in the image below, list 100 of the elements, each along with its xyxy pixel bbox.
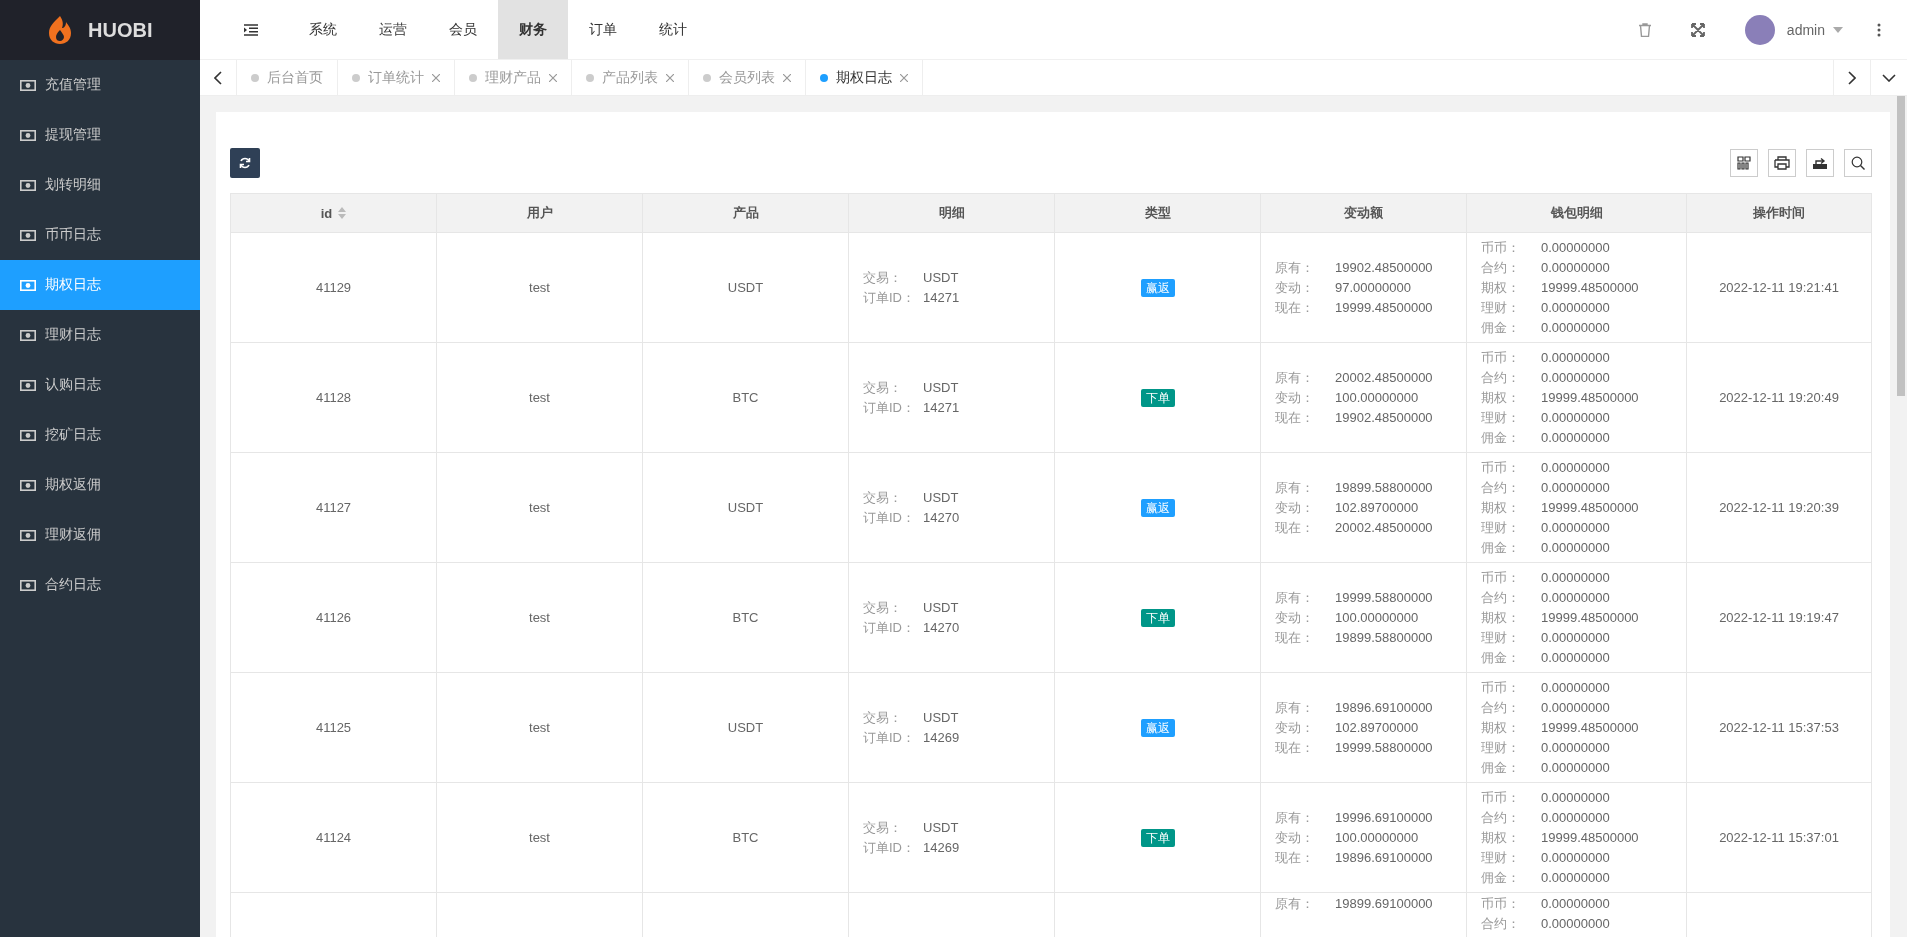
type-tag: 下单 [1140,828,1175,847]
field-label: 现在： [1275,408,1315,427]
field-value: 0.00000000 [1541,808,1610,827]
top-nav-item[interactable]: 财务 [498,0,568,59]
more-icon[interactable] [1877,22,1881,37]
table-cell-text: test [529,718,550,737]
chevron-right-icon[interactable] [1848,70,1856,85]
table-cell-text: USDT [727,278,764,297]
field-label: 现在： [1275,738,1315,757]
table-cell-text: 2022-12-11 19:20:39 [1719,498,1839,517]
field-label: 币币： [1481,788,1521,807]
print-button[interactable] [1768,149,1796,177]
field-value: 19899.58800000 [1335,478,1433,497]
field-value: USDT [923,818,959,837]
field-value: USDT [923,598,959,617]
top-nav-item[interactable]: 统计 [638,0,708,59]
refresh-icon[interactable] [239,157,251,169]
sidebar-item[interactable]: 充值管理 [0,60,200,110]
sidebar-item[interactable]: 合约日志 [0,560,200,610]
sidebar-item[interactable]: 币币日志 [0,210,200,260]
trash-icon[interactable] [1638,22,1651,37]
banknote-icon [20,279,36,291]
field-label: 订单ID： [863,288,916,307]
sidebar-item[interactable]: 理财日志 [0,310,200,360]
chevron-left-icon[interactable] [214,70,222,85]
close-icon[interactable] [549,73,557,82]
field-value: 0.00000000 [1541,698,1610,717]
table-cell-text: test [529,608,550,627]
close-icon[interactable] [783,73,791,82]
field-label: 变动： [1275,608,1315,627]
top-nav-item[interactable]: 会员 [428,0,498,59]
sidebar-item[interactable]: 挖矿日志 [0,410,200,460]
grid-icon[interactable] [1737,156,1751,170]
column-header[interactable]: 产品 [643,194,849,233]
field-value: USDT [923,268,959,287]
sidebar-item[interactable]: 理财返佣 [0,510,200,560]
field-label: 合约： [1481,808,1521,827]
banknote-icon [20,179,36,191]
sidebar-item[interactable]: 提现管理 [0,110,200,160]
sidebar-item[interactable]: 期权返佣 [0,460,200,510]
column-header[interactable]: 用户 [437,194,643,233]
field-label: 佣金： [1481,428,1521,447]
fullscreen-icon[interactable] [1690,22,1705,37]
column-header[interactable]: 明细 [849,194,1055,233]
refresh-button[interactable] [230,148,260,178]
banknote-icon [20,229,36,241]
column-header[interactable]: 钱包明细 [1467,194,1687,233]
menu-icon[interactable] [244,23,258,36]
field-label: 现在： [1275,628,1315,647]
top-nav-item[interactable]: 运营 [358,0,428,59]
field-label: 原有： [1275,588,1315,607]
columns-button[interactable] [1730,149,1758,177]
field-label: 交易： [863,378,903,397]
field-value: 19999.48500000 [1541,828,1639,847]
search-icon[interactable] [1851,156,1865,170]
field-value: 0.00000000 [1541,428,1610,447]
top-nav-item[interactable]: 订单 [568,0,638,59]
chevron-down-icon[interactable] [1882,73,1896,82]
user-name[interactable]: admin [1786,21,1825,38]
close-icon[interactable] [666,73,674,82]
search-button[interactable] [1844,149,1872,177]
scrollbar[interactable] [1897,96,1905,396]
field-label: 理财： [1481,298,1521,317]
field-value: 19999.48500000 [1541,608,1639,627]
brand-name: HUOBI [88,18,153,42]
tab-dot [352,73,360,82]
table-cell-text: 41129 [315,278,352,297]
field-value: 14271 [923,288,960,307]
printer-icon[interactable] [1774,156,1790,170]
sidebar-item[interactable]: 认购日志 [0,360,200,410]
sidebar-item[interactable]: 划转明细 [0,160,200,210]
field-value: 0.00000000 [1541,848,1610,867]
column-header[interactable]: id [231,194,437,233]
table-cell-text: 2022-12-11 19:19:47 [1719,608,1839,627]
field-label: 变动： [1275,278,1315,297]
field-label: 期权： [1481,828,1521,847]
column-header[interactable]: 类型 [1055,194,1261,233]
page-tab[interactable]: 期权日志 [836,68,892,87]
table-cell-text: 41124 [315,828,352,847]
field-value: 102.89700000 [1335,718,1419,737]
top-nav-item[interactable]: 系统 [288,0,358,59]
field-label: 订单ID： [863,508,916,527]
field-value: 0.00000000 [1541,478,1610,497]
export-button[interactable] [1806,149,1834,177]
avatar[interactable] [1744,14,1775,45]
field-label: 合约： [1481,915,1521,933]
close-icon[interactable] [432,73,440,82]
tab-dot [703,73,711,82]
field-label: 币币： [1481,895,1521,913]
field-label: 原有： [1275,808,1315,827]
table-cell-text: BTC [732,608,759,627]
field-label: 交易： [863,708,903,727]
field-value: 0.00000000 [1541,258,1610,277]
field-label: 币币： [1481,678,1521,697]
column-header[interactable]: 操作时间 [1687,194,1872,233]
column-header[interactable]: 变动额 [1261,194,1467,233]
close-icon[interactable] [900,73,908,82]
field-value: 100.00000000 [1335,388,1419,407]
export-icon[interactable] [1812,156,1828,170]
banknote-icon [20,479,36,491]
